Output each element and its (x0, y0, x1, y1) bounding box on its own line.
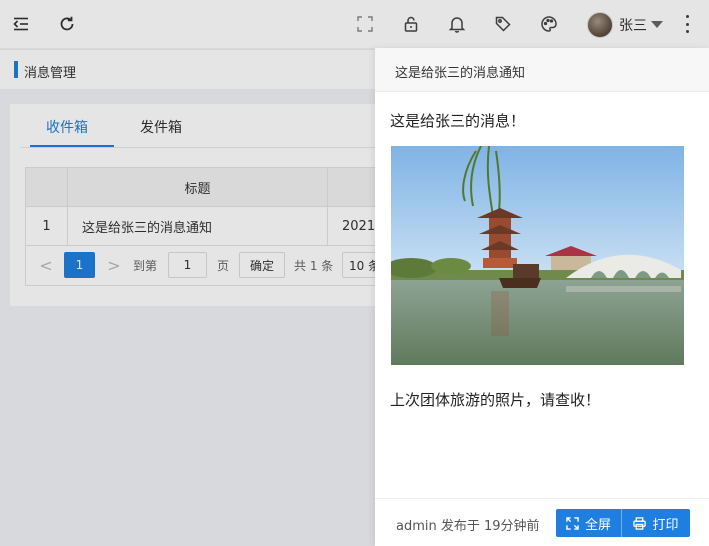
print-button[interactable]: 打印 (622, 509, 690, 537)
message-photo (391, 146, 684, 365)
drawer-actions: 全屏 打印 (556, 509, 690, 537)
fullscreen-button[interactable]: 全屏 (556, 509, 622, 537)
fullscreen-label: 全屏 (584, 517, 611, 533)
drawer-title: 这是给张三的消息通知 (395, 66, 526, 81)
message-drawer: 这是给张三的消息通知 这是给张三的消息！ 上次团体旅游的照片，请查收！ admi… (375, 48, 709, 546)
message-body: 上次团体旅游的照片，请查收！ (390, 391, 601, 409)
print-label: 打印 (652, 517, 679, 533)
drawer-footer: admin 发布于 19分钟前 全屏 打印 (375, 498, 709, 546)
expand-icon (566, 516, 579, 530)
publish-meta: admin 发布于 19分钟前 (396, 519, 540, 534)
printer-icon (633, 516, 647, 530)
message-heading: 这是给张三的消息！ (390, 112, 526, 130)
drawer-header: 这是给张三的消息通知 (375, 48, 709, 92)
